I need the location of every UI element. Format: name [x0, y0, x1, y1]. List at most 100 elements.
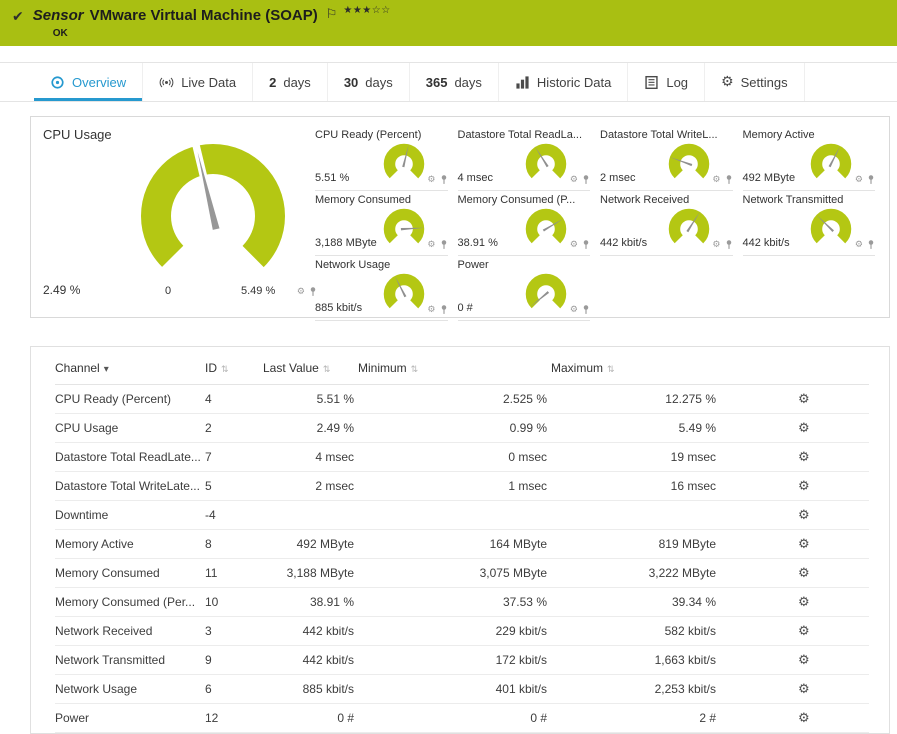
tab-30-days[interactable]: 30 days	[328, 63, 410, 101]
gear-icon[interactable]: ⚙	[855, 241, 863, 250]
channel-settings-icon[interactable]: ⚙	[798, 711, 810, 726]
tab-overview[interactable]: Overview	[34, 63, 144, 101]
tab-label: Live Data	[181, 74, 237, 90]
tab-log[interactable]: Log	[628, 63, 706, 101]
channel-table-body: CPU Ready (Percent) 4 5.51 % 2.525 % 12.275 …	[55, 384, 869, 733]
channel-settings-icon[interactable]: ⚙	[798, 508, 810, 523]
channel-settings-icon[interactable]: ⚙	[798, 682, 810, 697]
pin-icon[interactable]	[582, 239, 590, 250]
tab-label: Settings	[740, 74, 788, 90]
priority-stars[interactable]: ★★★☆☆	[343, 5, 390, 16]
mini-gauge-dial	[667, 207, 711, 251]
mini-gauge-value: 442 kbit/s	[742, 237, 790, 249]
last-value: 2.49 %	[263, 413, 358, 443]
pin-icon[interactable]	[582, 174, 590, 185]
col-header-actions	[720, 351, 869, 385]
stars-empty: ☆☆	[371, 5, 391, 16]
mini-gauge-value: 4 msec	[457, 172, 493, 184]
mini-gauge-title: Memory Consumed (P...	[457, 194, 576, 206]
tab-settings[interactable]: ⚙ Settings	[705, 63, 805, 101]
channel-name: Memory Active	[55, 529, 205, 559]
channel-row[interactable]: Memory Active 8 492 MByte 164 MByte 819 MByt…	[55, 529, 869, 559]
mini-gauge: Datastore Total WriteL... 2 msec ⚙	[600, 129, 733, 191]
pin-icon[interactable]	[582, 304, 590, 315]
channel-row[interactable]: Memory Consumed (Per... 10 38.91 % 37.53 % 3…	[55, 587, 869, 617]
tab-label: days	[365, 74, 393, 90]
gear-icon[interactable]: ⚙	[427, 306, 435, 315]
channel-settings-icon[interactable]: ⚙	[798, 653, 810, 668]
minimum: 164 MByte	[358, 529, 551, 559]
mini-gauge-title: Memory Active	[742, 129, 815, 141]
col-header-last-value[interactable]: Last Value ⇅	[263, 351, 358, 385]
col-header-id[interactable]: ID ⇅	[205, 351, 263, 385]
gear-icon[interactable]: ⚙	[570, 306, 578, 315]
mini-gauge-value: 0 #	[457, 302, 473, 314]
channel-row[interactable]: Network Transmitted 9 442 kbit/s 172 kbit/s…	[55, 645, 869, 675]
mini-gauge: Network Usage 885 kbit/s ⚙	[315, 259, 448, 321]
mini-gauge-value: 492 MByte	[742, 172, 796, 184]
channel-name: Network Transmitted	[55, 645, 205, 675]
channel-row[interactable]: CPU Usage 2 2.49 % 0.99 % 5.49 % ⚙	[55, 413, 869, 443]
pin-icon[interactable]	[867, 239, 875, 250]
mini-gauge-value: 442 kbit/s	[600, 237, 648, 249]
channel-settings-icon[interactable]: ⚙	[798, 537, 810, 552]
mini-gauge-title: Network Transmitted	[742, 194, 844, 206]
gear-icon[interactable]: ⚙	[570, 176, 578, 185]
mini-gauge: CPU Ready (Percent) 5.51 % ⚙	[315, 129, 448, 191]
pin-icon[interactable]	[440, 239, 448, 250]
channel-row[interactable]: Datastore Total WriteLate... 5 2 msec 1 mse…	[55, 471, 869, 501]
minimum: 0 #	[358, 703, 551, 733]
gear-icon: ⚙	[721, 74, 734, 90]
pin-icon[interactable]	[867, 174, 875, 185]
channel-id: 3	[205, 616, 263, 646]
gear-icon[interactable]: ⚙	[570, 241, 578, 250]
pin-icon[interactable]	[440, 304, 448, 315]
gear-icon[interactable]: ⚙	[855, 176, 863, 185]
channel-settings-icon[interactable]: ⚙	[798, 595, 810, 610]
main-gauge-min-label: 0	[165, 285, 172, 297]
col-header-maximum[interactable]: Maximum ⇅	[551, 351, 720, 385]
channel-row[interactable]: Network Usage 6 885 kbit/s 401 kbit/s 2,253 …	[55, 674, 869, 704]
channel-settings-icon[interactable]: ⚙	[798, 624, 810, 639]
sort-arrow-icon: ⇅	[410, 365, 419, 375]
col-header-minimum[interactable]: Minimum ⇅	[358, 351, 551, 385]
priority-flag-icon[interactable]: ⚐	[326, 6, 338, 22]
stars-filled: ★★★	[343, 5, 372, 16]
mini-gauge-actions: ⚙	[570, 304, 590, 315]
tab-2-days[interactable]: 2 days	[253, 63, 328, 101]
gear-icon[interactable]: ⚙	[427, 176, 435, 185]
tab-live-data[interactable]: Live Data	[143, 63, 254, 101]
channel-row[interactable]: Memory Consumed 11 3,188 MByte 3,075 MByte 3…	[55, 558, 869, 588]
mini-gauge: Memory Active 492 MByte ⚙	[742, 129, 875, 191]
overview-icon	[50, 75, 65, 90]
sensor-banner: ✔ Sensor VMware Virtual Machine (SOAP) ⚐…	[0, 0, 897, 46]
tab-bar: Overview Live Data 2 days 30 days 365 days Histo…	[0, 62, 897, 102]
mini-gauge-value: 5.51 %	[315, 172, 350, 184]
mini-gauge-actions: ⚙	[712, 239, 732, 250]
mini-gauge: Datastore Total ReadLa... 4 msec ⚙	[457, 129, 590, 191]
channel-settings-icon[interactable]: ⚙	[798, 450, 810, 465]
mini-gauge-dial	[667, 142, 711, 186]
channel-row[interactable]: Power 12 0 #0 #2 # ⚙	[55, 703, 869, 733]
channel-row[interactable]: Downtime -4 ⚙	[55, 500, 869, 530]
minimum: 0 msec	[358, 442, 551, 472]
tab-historic-data[interactable]: Historic Data	[499, 63, 629, 101]
pin-icon[interactable]	[725, 174, 733, 185]
last-value: 492 MByte	[263, 529, 358, 559]
channel-settings-icon[interactable]: ⚙	[798, 392, 810, 407]
channel-row[interactable]: Network Received 3 442 kbit/s 229 kbit/s 582…	[55, 616, 869, 646]
tab-365-days[interactable]: 365 days	[410, 63, 499, 101]
channel-row[interactable]: Datastore Total ReadLate... 7 4 msec 0 msec…	[55, 442, 869, 472]
gear-icon[interactable]: ⚙	[712, 241, 720, 250]
gear-icon[interactable]: ⚙	[297, 288, 305, 297]
mini-gauge-title: Datastore Total WriteL...	[600, 129, 718, 141]
gear-icon[interactable]: ⚙	[427, 241, 435, 250]
pin-icon[interactable]	[725, 239, 733, 250]
pin-icon[interactable]	[440, 174, 448, 185]
channel-settings-icon[interactable]: ⚙	[798, 421, 810, 436]
gear-icon[interactable]: ⚙	[712, 176, 720, 185]
channel-settings-icon[interactable]: ⚙	[798, 479, 810, 494]
col-header-channel[interactable]: Channel ▾	[55, 351, 205, 385]
channel-settings-icon[interactable]: ⚙	[798, 566, 810, 581]
channel-row[interactable]: CPU Ready (Percent) 4 5.51 % 2.525 % 12.275 …	[55, 384, 869, 414]
